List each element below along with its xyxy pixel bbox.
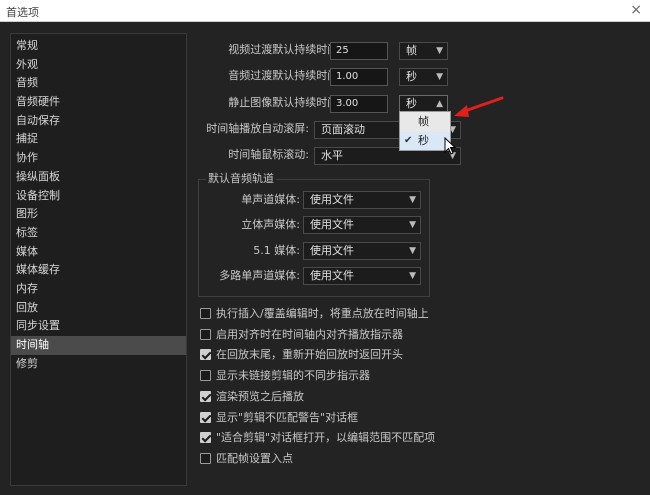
sidebar-item[interactable]: 标签 (11, 224, 186, 243)
chevron-down-icon: ▼ (409, 195, 416, 205)
chevron-up-icon: ▲ (436, 99, 443, 109)
timeline-preferences-panel: 视频过渡默认持续时间: 25 帧 ▼ 音频过渡默认持续时间: 1.00 秒 ▼ … (196, 40, 646, 490)
stereo-media-select[interactable]: 使用文件 ▼ (303, 216, 421, 234)
sidebar-item[interactable]: 媒体 (11, 243, 186, 262)
mouse-cursor-icon (444, 137, 456, 155)
audio-transition-input[interactable]: 1.00 (330, 68, 388, 86)
video-transition-input[interactable]: 25 (330, 42, 388, 60)
option-checkbox-label: 启用对齐时在时间轴内对齐播放指示器 (216, 327, 403, 341)
sidebar-item[interactable]: 修剪 (11, 355, 186, 374)
checkmark-icon: ✔ (404, 135, 413, 146)
checkbox-unchecked[interactable] (200, 308, 211, 319)
option-checkbox-label: 在回放末尾，重新开始回放时返回开头 (216, 348, 403, 362)
sidebar-item[interactable]: 音频硬件 (11, 93, 186, 112)
mono-media-value: 使用文件 (310, 193, 354, 206)
checkbox-checked[interactable] (200, 390, 211, 402)
still-image-label: 静止图像默认持续时间: (228, 96, 342, 109)
chevron-down-icon: ▼ (436, 46, 443, 56)
checkbox-checked[interactable] (200, 349, 211, 361)
audio-transition-unit-select[interactable]: 秒 ▼ (399, 68, 448, 86)
mouse-scroll-value: 水平 (321, 149, 343, 162)
video-transition-label: 视频过渡默认持续时间: (228, 43, 342, 56)
chevron-down-icon: ▼ (409, 246, 416, 256)
sidebar-item[interactable]: 内存 (11, 280, 186, 299)
chevron-down-icon: ▼ (409, 220, 416, 230)
sidebar-item[interactable]: 设备控制 (11, 187, 186, 206)
preferences-sidebar: 常规 外观 音频 音频硬件 自动保存 捕捉 协作 操纵面板 设备控制 图形 标签 媒体 媒体缓存 内存 回放… (10, 33, 187, 486)
stereo-media-label: 立体声媒体: (241, 218, 300, 231)
sidebar-item[interactable]: 回放 (11, 299, 186, 318)
dropdown-option-seconds[interactable]: ✔ 秒 (400, 132, 450, 150)
surround-media-select[interactable]: 使用文件 ▼ (303, 242, 421, 260)
sidebar-item[interactable]: 同步设置 (11, 317, 186, 336)
close-icon[interactable]: × (630, 2, 642, 18)
sidebar-item[interactable]: 时间轴 (11, 336, 186, 355)
mono-media-select[interactable]: 使用文件 ▼ (303, 191, 421, 209)
checkbox-unchecked[interactable] (200, 452, 211, 464)
option-checkbox-label: 显示"剪辑不匹配警告"对话框 (216, 410, 359, 424)
multi-mono-media-select[interactable]: 使用文件 ▼ (303, 267, 421, 285)
sidebar-item[interactable]: 操纵面板 (11, 168, 186, 187)
option-checkbox-label: 匹配帧设置入点 (216, 451, 293, 465)
multi-mono-media-value: 使用文件 (310, 269, 354, 282)
audio-transition-label: 音频过渡默认持续时间: (228, 69, 342, 82)
checkbox-checked[interactable] (200, 432, 211, 444)
option-checkbox-label: 显示未链接剪辑的不同步指示器 (216, 369, 370, 383)
sidebar-item[interactable]: 媒体缓存 (11, 261, 186, 280)
sidebar-item[interactable]: 自动保存 (11, 112, 186, 131)
surround-media-label: 5.1 媒体: (253, 244, 300, 257)
video-transition-unit-select[interactable]: 帧 ▼ (399, 42, 448, 60)
chevron-down-icon: ▼ (409, 271, 416, 281)
sidebar-item[interactable]: 外观 (11, 56, 186, 75)
annotation-arrow-icon (454, 96, 504, 117)
still-image-input[interactable]: 3.00 (330, 95, 388, 113)
option-checkbox-label: "适合剪辑"对话框打开，以编辑范围不匹配项 (216, 431, 436, 445)
multi-mono-media-label: 多路单声道媒体: (219, 269, 300, 282)
window-title: 首选项 (6, 6, 39, 19)
option-checkbox-label: 渲染预览之后播放 (216, 389, 304, 403)
still-unit-value: 秒 (406, 97, 417, 110)
mouse-scroll-label: 时间轴鼠标滚动: (228, 148, 309, 161)
stereo-media-value: 使用文件 (310, 218, 354, 231)
video-unit-value: 帧 (406, 44, 417, 57)
title-bar: 首选项 × (0, 0, 650, 22)
mono-media-label: 单声道媒体: (241, 193, 300, 206)
sidebar-item[interactable]: 音频 (11, 74, 186, 93)
chevron-down-icon: ▼ (436, 72, 443, 82)
checkbox-unchecked[interactable] (200, 370, 211, 382)
sidebar-item[interactable]: 图形 (11, 205, 186, 224)
default-audio-tracks-title: 默认音频轨道 (206, 170, 276, 186)
sidebar-item[interactable]: 常规 (11, 37, 186, 56)
option-checkbox-label: 执行插入/覆盖编辑时，将重点放在时间轴上 (216, 307, 429, 320)
audio-unit-value: 秒 (406, 70, 417, 83)
dropdown-option-frames[interactable]: 帧 (400, 113, 450, 131)
checkbox-checked[interactable] (200, 411, 211, 423)
playback-autoscroll-label: 时间轴播放自动滚屏: (206, 122, 309, 135)
playback-autoscroll-value: 页面滚动 (321, 123, 365, 136)
checkbox-unchecked[interactable] (200, 328, 211, 340)
sidebar-item[interactable]: 协作 (11, 149, 186, 168)
sidebar-item[interactable]: 捕捉 (11, 130, 186, 149)
surround-media-value: 使用文件 (310, 244, 354, 257)
